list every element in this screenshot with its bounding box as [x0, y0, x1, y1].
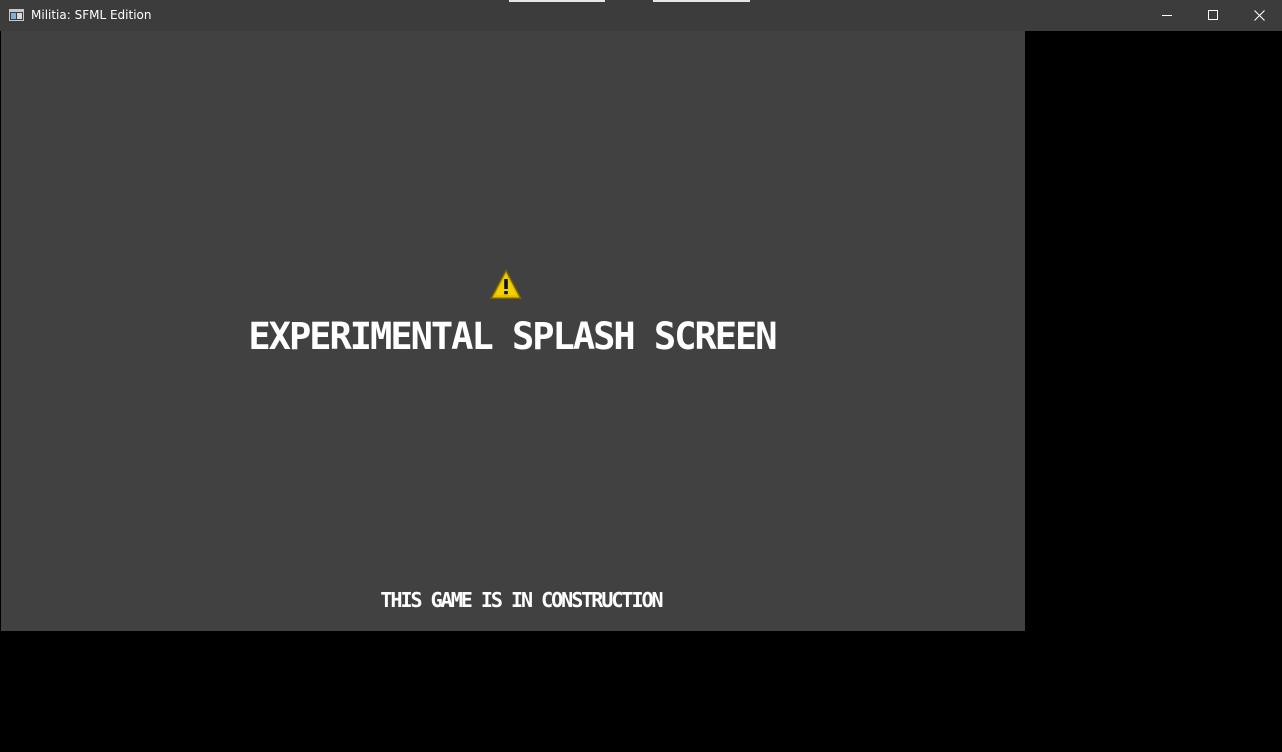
- game-viewport[interactable]: EXPERIMENTAL SPLASH SCREEN THIS GAME IS …: [1, 31, 1025, 631]
- close-icon: [1253, 9, 1265, 21]
- title-bar[interactable]: Militia: SFML Edition: [0, 0, 1282, 31]
- warning-icon: [490, 269, 522, 299]
- minimize-icon: [1161, 14, 1172, 16]
- taskbar-preview-tab: [509, 0, 605, 2]
- app-window-icon: [9, 9, 24, 21]
- window-title: Militia: SFML Edition: [31, 8, 152, 22]
- taskbar-preview-tab: [653, 0, 750, 2]
- construction-notice: THIS GAME IS IN CONSTRUCTION: [380, 588, 663, 612]
- splash-headline: EXPERIMENTAL SPLASH SCREEN: [248, 315, 777, 358]
- close-button[interactable]: [1236, 0, 1282, 30]
- minimize-button[interactable]: [1144, 0, 1190, 30]
- app-window: Militia: SFML Edition EXPERIMENTAL SPLAS…: [0, 0, 1282, 752]
- maximize-button[interactable]: [1190, 0, 1236, 30]
- maximize-icon: [1207, 9, 1218, 20]
